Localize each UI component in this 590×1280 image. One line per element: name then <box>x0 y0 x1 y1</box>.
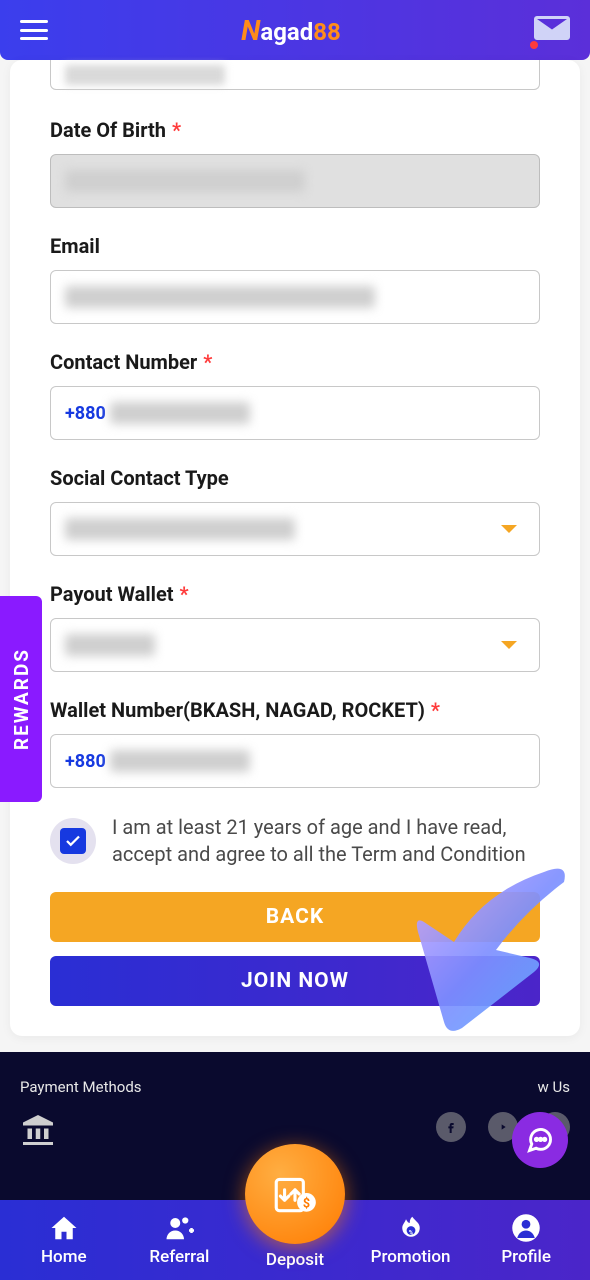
home-icon <box>49 1213 79 1243</box>
partial-input[interactable] <box>50 60 540 90</box>
terms-checkbox[interactable] <box>50 818 96 864</box>
payout-select[interactable] <box>50 618 540 672</box>
nav-referral-label: Referral <box>149 1247 209 1267</box>
rewards-tab[interactable]: REWARDS <box>0 596 42 802</box>
facebook-button[interactable] <box>436 1112 466 1142</box>
nav-deposit-label: Deposit <box>266 1250 324 1270</box>
phone-prefix: +880 <box>65 403 106 424</box>
social-select[interactable] <box>50 502 540 556</box>
wallet-field[interactable]: +880 <box>50 734 540 788</box>
nav-home-label: Home <box>41 1247 87 1267</box>
wallet-label: Wallet Number(BKASH, NAGAD, ROCKET)* <box>50 698 540 722</box>
back-button[interactable]: BACK <box>50 892 540 942</box>
redacted-value <box>65 518 295 540</box>
form-card: Date Of Birth* Email Contact Number* +88… <box>10 60 580 1036</box>
dob-field <box>50 154 540 208</box>
notification-dot-icon <box>530 41 538 49</box>
nav-promotion[interactable]: % Promotion <box>356 1213 466 1267</box>
profile-icon <box>511 1213 541 1243</box>
redacted-value <box>65 170 305 192</box>
chat-icon <box>526 1126 554 1154</box>
referral-icon <box>164 1213 194 1243</box>
dob-label: Date Of Birth* <box>50 118 540 142</box>
redacted-value <box>65 634 155 656</box>
follow-us-label: w Us <box>436 1078 570 1096</box>
redacted-value <box>110 402 250 424</box>
mail-icon <box>534 15 570 41</box>
facebook-icon <box>443 1119 459 1135</box>
phone-prefix: +880 <box>65 751 106 772</box>
deposit-fab[interactable]: $ <box>245 1144 345 1244</box>
redacted-value <box>65 286 375 308</box>
payment-methods-label: Payment Methods <box>20 1078 142 1096</box>
terms-text: I am at least 21 years of age and I have… <box>112 814 540 868</box>
logo-88: 88 <box>313 18 341 46</box>
mail-button[interactable] <box>534 15 570 45</box>
terms-row: I am at least 21 years of age and I have… <box>50 814 540 868</box>
youtube-icon <box>495 1119 511 1135</box>
bank-icon <box>20 1112 142 1152</box>
logo: Nagad88 <box>241 14 341 47</box>
logo-agad: agad <box>260 18 313 46</box>
contact-label: Contact Number* <box>50 350 540 374</box>
logo-n: N <box>241 14 260 47</box>
email-label: Email <box>50 234 540 258</box>
hamburger-menu-icon[interactable] <box>20 20 48 40</box>
chat-fab[interactable] <box>512 1112 568 1168</box>
svg-text:%: % <box>408 1228 413 1236</box>
chevron-down-icon <box>501 641 517 649</box>
rewards-tab-label: REWARDS <box>10 648 33 750</box>
email-field[interactable] <box>50 270 540 324</box>
nav-promotion-label: Promotion <box>371 1247 451 1267</box>
redacted-value <box>110 750 250 772</box>
payment-methods-section: Payment Methods <box>20 1078 142 1152</box>
payout-label: Payout Wallet* <box>50 582 540 606</box>
nav-profile-label: Profile <box>501 1247 551 1267</box>
nav-referral[interactable]: Referral <box>124 1213 234 1267</box>
deposit-icon: $ <box>270 1169 320 1219</box>
svg-text:$: $ <box>303 1197 310 1212</box>
nav-home[interactable]: Home <box>9 1213 119 1267</box>
redacted-value <box>65 65 225 85</box>
promotion-icon: % <box>396 1213 426 1243</box>
check-icon <box>64 832 82 850</box>
app-header: Nagad88 <box>0 0 590 60</box>
contact-field[interactable]: +880 <box>50 386 540 440</box>
join-now-button[interactable]: JOIN NOW <box>50 956 540 1006</box>
social-label: Social Contact Type <box>50 466 540 490</box>
nav-profile[interactable]: Profile <box>471 1213 581 1267</box>
chevron-down-icon <box>501 525 517 533</box>
